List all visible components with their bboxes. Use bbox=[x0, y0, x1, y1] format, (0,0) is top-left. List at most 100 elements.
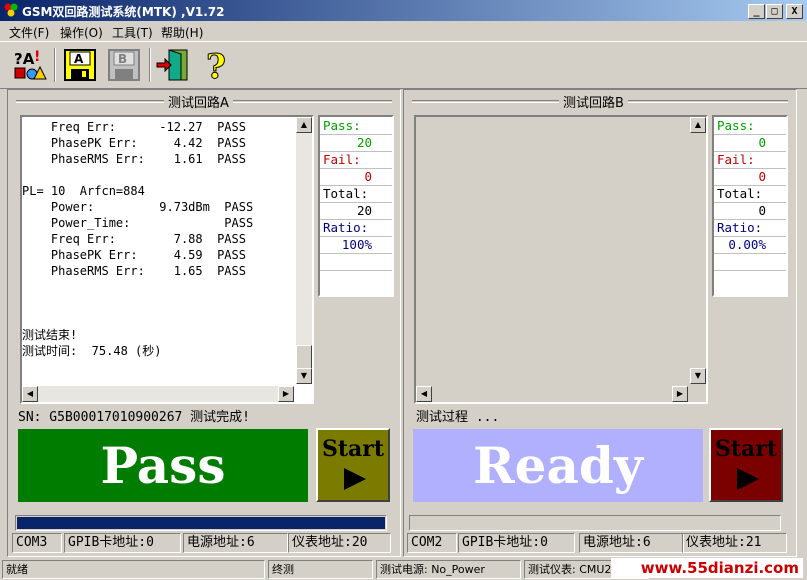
loop-a-status-row: COM3 GPIB卡地址:0 电源地址:6 仪表地址:20 bbox=[8, 533, 400, 553]
loop-a-start-label: Start bbox=[321, 436, 385, 462]
log-line: PL= 10 Arfcn=884 bbox=[22, 184, 145, 198]
status-ready: 就绪 bbox=[2, 560, 265, 579]
loop-a-ratio-value: 100% bbox=[341, 237, 372, 252]
loop-a-start-button[interactable]: Start bbox=[316, 428, 390, 502]
scroll-left-icon[interactable]: ◀ bbox=[22, 386, 38, 402]
help-question-icon[interactable]: ? bbox=[199, 47, 235, 88]
scroll-down-icon[interactable]: ▼ bbox=[296, 368, 312, 384]
loop-b-log: ▲ ▼ ◀ ▶ bbox=[414, 115, 708, 404]
loop-b-pass-value: 0 bbox=[758, 135, 766, 150]
loop-a-panel: 测试回路A Freq Err: -12.27 PASS PhasePK Err:… bbox=[7, 89, 401, 557]
loop-a-meter-address: 仪表地址:20 bbox=[288, 533, 391, 553]
close-button[interactable]: X bbox=[786, 4, 803, 19]
loop-a-gpib-address: GPIB卡地址:0 bbox=[64, 533, 181, 553]
scroll-left-icon[interactable]: ◀ bbox=[416, 386, 432, 402]
loop-a-ratio-label: Ratio: bbox=[323, 220, 369, 235]
loop-b-stats: Pass: 0 Fail: 0 Total: 0 Ratio: 0.00% bbox=[712, 115, 788, 297]
save-b-icon[interactable]: B bbox=[106, 47, 142, 83]
svg-text:A: A bbox=[74, 52, 84, 66]
loop-b-result: Ready bbox=[413, 429, 703, 502]
log-line: Freq Err: 7.88 PASS bbox=[22, 232, 246, 246]
app-icon bbox=[4, 3, 18, 17]
loop-b-panel: 测试回路B ▲ ▼ ◀ ▶ Pass: 0 Fail: 0 Total: 0 R… bbox=[403, 89, 797, 557]
log-line: PhaseRMS Err: 1.61 PASS bbox=[22, 152, 246, 166]
loop-a-power-address: 电源地址:6 bbox=[183, 533, 288, 553]
scroll-right-icon[interactable]: ▶ bbox=[278, 386, 294, 402]
save-a-icon[interactable]: A bbox=[62, 47, 98, 83]
menu-operate[interactable]: 操作(O) bbox=[60, 24, 103, 41]
loop-b-status-row: COM2 GPIB卡地址:0 电源地址:6 仪表地址:21 bbox=[404, 533, 796, 553]
loop-b-power-address: 电源地址:6 bbox=[579, 533, 684, 553]
loop-a-progress-fill bbox=[17, 517, 385, 529]
loop-a-result: Pass bbox=[18, 429, 308, 502]
scroll-right-icon[interactable]: ▶ bbox=[672, 386, 688, 402]
log-line: Freq Err: -12.27 PASS bbox=[22, 120, 246, 134]
watermark-logo: www.55dianzi.com bbox=[610, 558, 803, 578]
play-arrow-icon bbox=[344, 468, 366, 490]
toolbar: ?A! A B ? bbox=[0, 41, 807, 89]
scroll-up-icon[interactable]: ▲ bbox=[690, 117, 706, 133]
title-bar: GSM双回路测试系统(MTK) ,V1.72 _ □ X bbox=[0, 0, 807, 21]
log-line: 测试时间: 75.48 (秒) bbox=[22, 344, 162, 358]
loop-a-fail-label: Fail: bbox=[323, 152, 361, 167]
loop-b-horizontal-scrollbar[interactable]: ◀ ▶ bbox=[416, 386, 688, 402]
loop-b-progress-bar bbox=[409, 515, 781, 531]
svg-text:B: B bbox=[118, 52, 127, 66]
loop-b-title: 测试回路B bbox=[559, 92, 628, 111]
test-settings-icon[interactable]: ?A! bbox=[12, 47, 48, 83]
loop-b-vertical-scrollbar[interactable]: ▲ ▼ bbox=[690, 117, 706, 384]
loop-a-progress-bar bbox=[15, 515, 387, 531]
loop-a-stats: Pass: 20 Fail: 0 Total: 20 Ratio: 100% bbox=[318, 115, 394, 297]
log-line: PhaseRMS Err: 1.65 PASS bbox=[22, 264, 246, 278]
loop-a-horizontal-scrollbar[interactable]: ◀ ▶ bbox=[22, 386, 294, 402]
log-line: PhasePK Err: 4.42 PASS bbox=[22, 136, 246, 150]
loop-b-fail-label: Fail: bbox=[717, 152, 755, 167]
minimize-button[interactable]: _ bbox=[748, 4, 765, 19]
svg-text:!: ! bbox=[34, 49, 40, 65]
window-title: GSM双回路测试系统(MTK) ,V1.72 bbox=[22, 5, 225, 19]
loop-a-sn-status: SN: G5B00017010900267 测试完成! bbox=[18, 410, 251, 425]
scroll-up-icon[interactable]: ▲ bbox=[296, 117, 312, 133]
menu-help[interactable]: 帮助(H) bbox=[161, 24, 203, 41]
loop-b-gpib-address: GPIB卡地址:0 bbox=[458, 533, 575, 553]
loop-a-title: 测试回路A bbox=[164, 92, 233, 111]
loop-a-vertical-scrollbar[interactable]: ▲ ▼ bbox=[296, 117, 312, 384]
loop-a-fail-value: 0 bbox=[364, 169, 372, 184]
maximize-button[interactable]: □ bbox=[766, 4, 783, 19]
menu-tools[interactable]: 工具(T) bbox=[112, 24, 153, 41]
loop-b-pass-label: Pass: bbox=[717, 118, 755, 133]
loop-a-total-value: 20 bbox=[356, 203, 372, 218]
log-line: Power_Time: PASS bbox=[22, 216, 254, 230]
status-power: 测试电源: No_Power bbox=[376, 560, 521, 579]
menu-file[interactable]: 文件(F) bbox=[9, 24, 49, 41]
svg-text:?: ? bbox=[206, 47, 226, 83]
loop-a-pass-label: Pass: bbox=[323, 118, 361, 133]
exit-door-icon[interactable] bbox=[155, 47, 191, 83]
play-arrow-icon bbox=[737, 468, 759, 490]
loop-b-status-text: 测试过程 ... bbox=[416, 410, 500, 425]
svg-text:?A: ?A bbox=[14, 50, 35, 68]
scroll-thumb[interactable] bbox=[296, 345, 312, 369]
loop-b-com-port: COM2 bbox=[407, 533, 457, 553]
loop-b-ratio-label: Ratio: bbox=[717, 220, 763, 235]
loop-b-ratio-value: 0.00% bbox=[728, 237, 766, 252]
loop-a-log: Freq Err: -12.27 PASS PhasePK Err: 4.42 … bbox=[20, 115, 314, 404]
loop-b-total-value: 0 bbox=[758, 203, 766, 218]
loop-a-total-label: Total: bbox=[323, 186, 369, 201]
log-line: Power: 9.73dBm PASS bbox=[22, 200, 254, 214]
loop-b-start-label: Start bbox=[714, 436, 778, 462]
loop-a-log-text: Freq Err: -12.27 PASS PhasePK Err: 4.42 … bbox=[22, 119, 253, 359]
status-mode: 终测 bbox=[268, 560, 373, 579]
loop-a-pass-value: 20 bbox=[356, 135, 372, 150]
log-line: 测试结束! bbox=[22, 328, 78, 342]
scroll-down-icon[interactable]: ▼ bbox=[690, 368, 706, 384]
loop-b-meter-address: 仪表地址:21 bbox=[682, 533, 787, 553]
loop-b-start-button[interactable]: Start bbox=[709, 428, 783, 502]
loop-a-com-port: COM3 bbox=[12, 533, 62, 553]
loop-b-fail-value: 0 bbox=[758, 169, 766, 184]
log-line: PhasePK Err: 4.59 PASS bbox=[22, 248, 246, 262]
